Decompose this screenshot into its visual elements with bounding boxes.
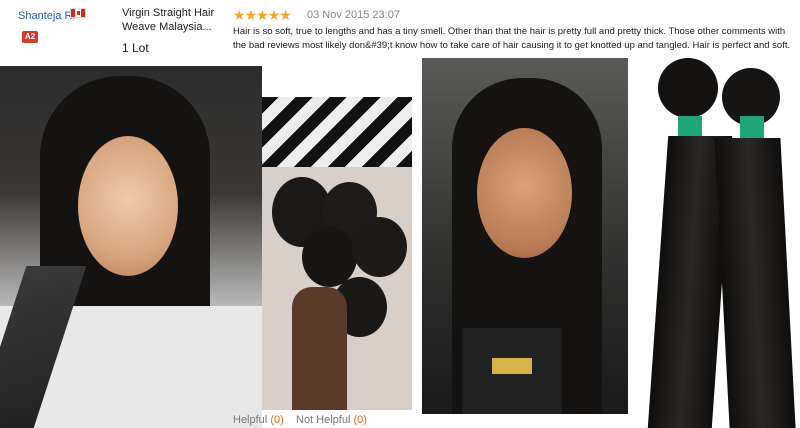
green-band-shape <box>678 116 702 136</box>
quantity: 1 Lot <box>122 41 149 55</box>
canada-flag-icon <box>70 8 86 18</box>
review-date: 03 Nov 2015 23:07 <box>307 9 400 21</box>
hand-shape <box>292 287 347 410</box>
reviewer-name[interactable]: Shanteja R. <box>18 10 75 22</box>
bundle-top-shape <box>658 58 718 118</box>
helpful-feedback: Helpful (0) Not Helpful (0) <box>233 414 367 426</box>
review-photo-3[interactable] <box>422 58 628 414</box>
face-shape <box>477 128 572 258</box>
not-helpful-label: Not Helpful <box>296 414 351 426</box>
helpful-label: Helpful <box>233 414 268 426</box>
product-title-link[interactable]: Virgin Straight Hair Weave Malaysia... <box>122 6 222 34</box>
level-badge: A2 <box>22 31 38 43</box>
review-photo-1[interactable] <box>0 66 262 428</box>
not-helpful-link[interactable]: Not Helpful (0) <box>296 414 367 426</box>
helpful-link[interactable]: Helpful (0) <box>233 414 284 426</box>
bundle-shape <box>352 217 407 277</box>
bundle-strands-shape <box>714 138 796 428</box>
review-photo-2[interactable] <box>262 97 412 410</box>
zebra-fabric-shape <box>262 97 412 167</box>
green-band-shape <box>740 116 764 138</box>
not-helpful-count: (0) <box>353 414 367 426</box>
review-text: Hair is so soft, true to lengths and has… <box>233 26 791 51</box>
shirt-logo-shape <box>492 358 532 374</box>
star-icon: ★ <box>233 7 246 23</box>
helpful-count: (0) <box>270 414 284 426</box>
star-icon: ★ <box>256 7 269 23</box>
rating-stars: ★★★★★ <box>233 7 292 23</box>
face-shape <box>78 136 178 276</box>
star-icon: ★ <box>279 7 292 23</box>
review-photo-4[interactable] <box>640 58 800 428</box>
